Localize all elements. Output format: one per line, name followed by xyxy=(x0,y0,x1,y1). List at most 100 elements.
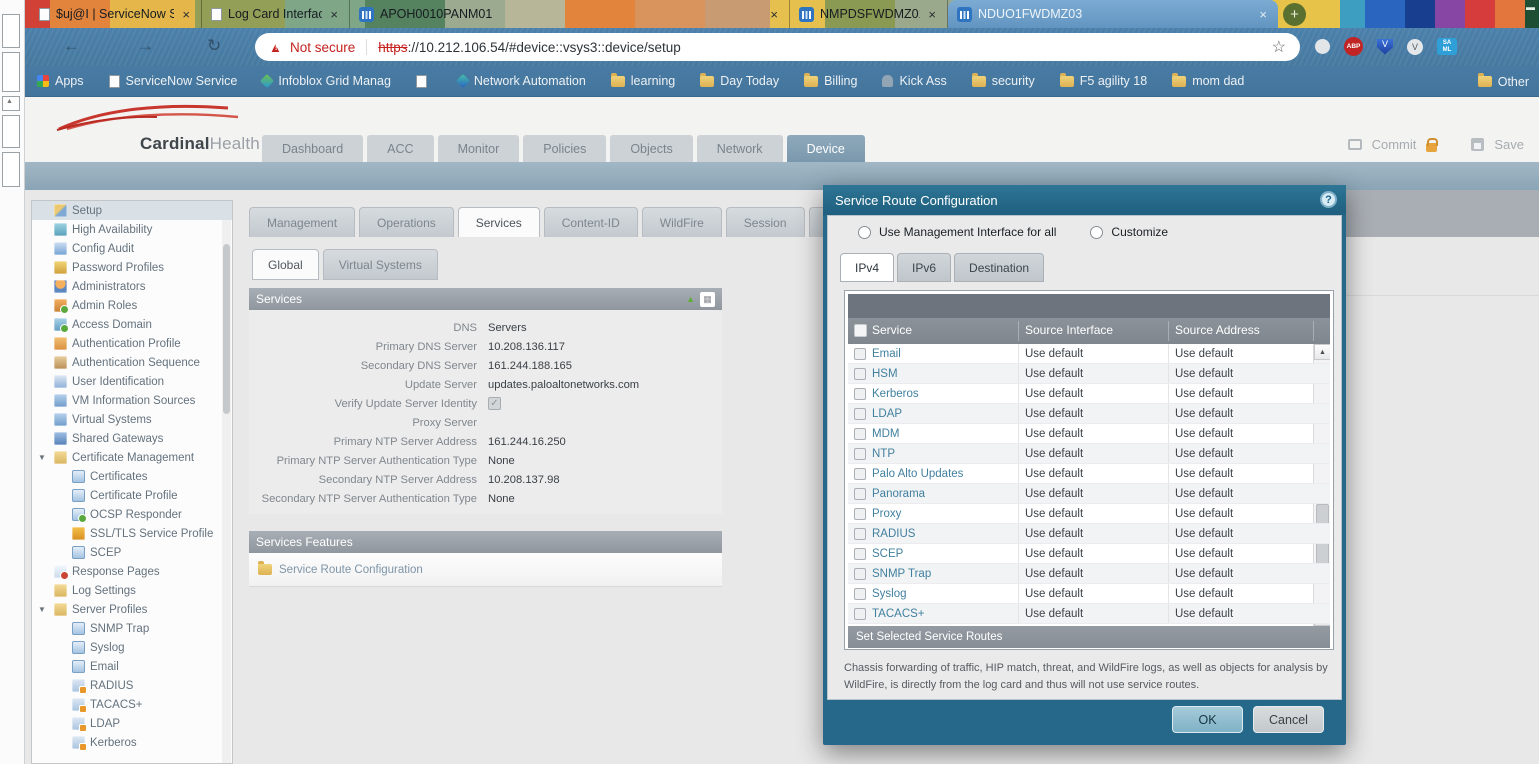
saml-extension-icon[interactable]: SA ML xyxy=(1437,38,1457,55)
nav-tab[interactable]: Policies xyxy=(523,135,606,162)
table-row[interactable]: Email Use default Use default xyxy=(848,344,1330,364)
nav-tab[interactable]: Monitor xyxy=(438,135,520,162)
setup-tab[interactable]: Management xyxy=(249,207,355,237)
bookmark-item[interactable]: Kick Ass xyxy=(882,74,946,88)
sidebar-item[interactable]: Certificate Profile xyxy=(32,486,232,505)
expand-arrow-icon[interactable]: ▼ xyxy=(38,453,48,462)
row-checkbox[interactable] xyxy=(854,528,866,540)
column-header-source-address[interactable]: Source Address xyxy=(1175,323,1260,337)
nav-tab[interactable]: Network xyxy=(697,135,783,162)
new-tab-button[interactable]: + xyxy=(1283,3,1306,26)
table-row[interactable]: SCEP Use default Use default xyxy=(848,544,1330,564)
source-address-cell[interactable]: Use default xyxy=(1175,408,1233,420)
lock-icon[interactable] xyxy=(1426,143,1437,152)
source-interface-cell[interactable]: Use default xyxy=(1025,448,1083,460)
expand-arrow-icon[interactable]: ▼ xyxy=(38,605,48,614)
source-address-cell[interactable]: Use default xyxy=(1175,488,1233,500)
sidebar-item[interactable]: SNMP Trap xyxy=(32,619,232,638)
service-link[interactable]: SNMP Trap xyxy=(872,568,931,580)
service-link[interactable]: SCEP xyxy=(872,548,903,560)
source-address-cell[interactable]: Use default xyxy=(1175,448,1233,460)
service-link[interactable]: Palo Alto Updates xyxy=(872,468,963,480)
nav-tab[interactable]: Dashboard xyxy=(262,135,363,162)
source-interface-cell[interactable]: Use default xyxy=(1025,348,1083,360)
source-interface-cell[interactable]: Use default xyxy=(1025,508,1083,520)
sidebar-item[interactable]: Config Audit xyxy=(32,239,232,258)
browser-tab[interactable]: $uj@I | ServiceNow ServiceNow × xyxy=(30,0,202,28)
browser-tab[interactable]: Log Card Interface × xyxy=(202,0,350,28)
table-row[interactable]: Panorama Use default Use default xyxy=(848,484,1330,504)
sidebar-item[interactable]: SSL/TLS Service Profile xyxy=(32,524,232,543)
service-link[interactable]: LDAP xyxy=(872,408,902,420)
bookmark-item[interactable]: F5 agility 18 xyxy=(1060,74,1147,88)
source-interface-cell[interactable]: Use default xyxy=(1025,488,1083,500)
bookmark-item[interactable]: mom dad xyxy=(1172,74,1244,88)
sidebar-item[interactable]: Authentication Sequence xyxy=(32,353,232,372)
table-row[interactable]: MDM Use default Use default xyxy=(848,424,1330,444)
help-icon[interactable]: ? xyxy=(1320,191,1337,208)
source-interface-cell[interactable]: Use default xyxy=(1025,568,1083,580)
v-extension-icon[interactable]: V xyxy=(1407,39,1423,55)
nav-tab[interactable]: Device xyxy=(787,135,865,162)
source-interface-cell[interactable]: Use default xyxy=(1025,588,1083,600)
source-interface-cell[interactable]: Use default xyxy=(1025,428,1083,440)
table-row[interactable]: HSM Use default Use default xyxy=(848,364,1330,384)
source-interface-cell[interactable]: Use default xyxy=(1025,468,1083,480)
radio-icon[interactable] xyxy=(1090,226,1103,239)
sidebar-item[interactable]: LDAP xyxy=(32,714,232,733)
close-icon[interactable]: × xyxy=(328,7,340,22)
bookmark-star-icon[interactable]: ☆ xyxy=(1272,37,1286,57)
checkbox-checked-icon[interactable]: ✓ xyxy=(488,397,501,410)
edit-panel-icon[interactable]: ▦ xyxy=(700,292,715,307)
sidebar-item[interactable]: Syslog xyxy=(32,638,232,657)
bookmark-item[interactable]: Billing xyxy=(804,74,857,88)
address-family-tab[interactable]: Destination xyxy=(954,253,1044,282)
row-checkbox[interactable] xyxy=(854,608,866,620)
service-link[interactable]: Proxy xyxy=(872,508,901,520)
browser-tab[interactable]: APOH0010PANM01 × xyxy=(350,0,790,28)
source-address-cell[interactable]: Use default xyxy=(1175,528,1233,540)
sidebar-item[interactable]: Response Pages xyxy=(32,562,232,581)
setup-tab[interactable]: Services xyxy=(458,207,540,237)
source-interface-cell[interactable]: Use default xyxy=(1025,388,1083,400)
dialog-title-bar[interactable]: Service Route Configuration ? xyxy=(823,185,1346,215)
close-icon[interactable]: × xyxy=(768,7,780,22)
bookmark-item[interactable]: learning xyxy=(611,74,675,88)
sidebar-item[interactable]: RADIUS xyxy=(32,676,232,695)
row-checkbox[interactable] xyxy=(854,568,866,580)
source-interface-cell[interactable]: Use default xyxy=(1025,608,1083,620)
set-selected-service-routes-button[interactable]: Set Selected Service Routes xyxy=(848,626,1330,648)
service-link[interactable]: Kerberos xyxy=(872,388,919,400)
service-link[interactable]: RADIUS xyxy=(872,528,915,540)
sidebar-item[interactable]: Setup xyxy=(32,201,232,220)
shield-extension-icon[interactable]: V xyxy=(1377,39,1393,55)
sidebar-item[interactable]: Access Domain xyxy=(32,315,232,334)
save-button[interactable]: Save xyxy=(1494,137,1524,152)
address-family-tab[interactable]: IPv6 xyxy=(897,253,951,282)
row-checkbox[interactable] xyxy=(854,428,866,440)
bookmark-item[interactable]: security xyxy=(972,74,1035,88)
source-address-cell[interactable]: Use default xyxy=(1175,508,1233,520)
row-checkbox[interactable] xyxy=(854,368,866,380)
source-interface-cell[interactable]: Use default xyxy=(1025,548,1083,560)
close-icon[interactable]: × xyxy=(180,7,192,22)
row-checkbox[interactable] xyxy=(854,548,866,560)
cancel-button[interactable]: Cancel xyxy=(1253,706,1324,733)
commit-button[interactable]: Commit xyxy=(1372,137,1417,152)
sidebar-item[interactable]: Virtual Systems xyxy=(32,410,232,429)
close-icon[interactable]: × xyxy=(926,7,938,22)
close-icon[interactable]: × xyxy=(1257,7,1269,22)
scope-subtab[interactable]: Global xyxy=(252,249,319,280)
address-family-tab[interactable]: IPv4 xyxy=(840,253,894,282)
sidebar-item[interactable]: Password Profiles xyxy=(32,258,232,277)
setup-tab[interactable]: Operations xyxy=(359,207,454,237)
setup-tab[interactable]: WildFire xyxy=(642,207,722,237)
sidebar-item[interactable]: Certificates xyxy=(32,467,232,486)
sidebar-item[interactable]: Kerberos xyxy=(32,733,232,752)
service-link[interactable]: TACACS+ xyxy=(872,608,925,620)
source-address-cell[interactable]: Use default xyxy=(1175,588,1233,600)
source-address-cell[interactable]: Use default xyxy=(1175,368,1233,380)
sidebar-item[interactable]: ▼ Server Profiles xyxy=(32,600,232,619)
source-address-cell[interactable]: Use default xyxy=(1175,468,1233,480)
select-all-checkbox[interactable] xyxy=(854,324,867,337)
